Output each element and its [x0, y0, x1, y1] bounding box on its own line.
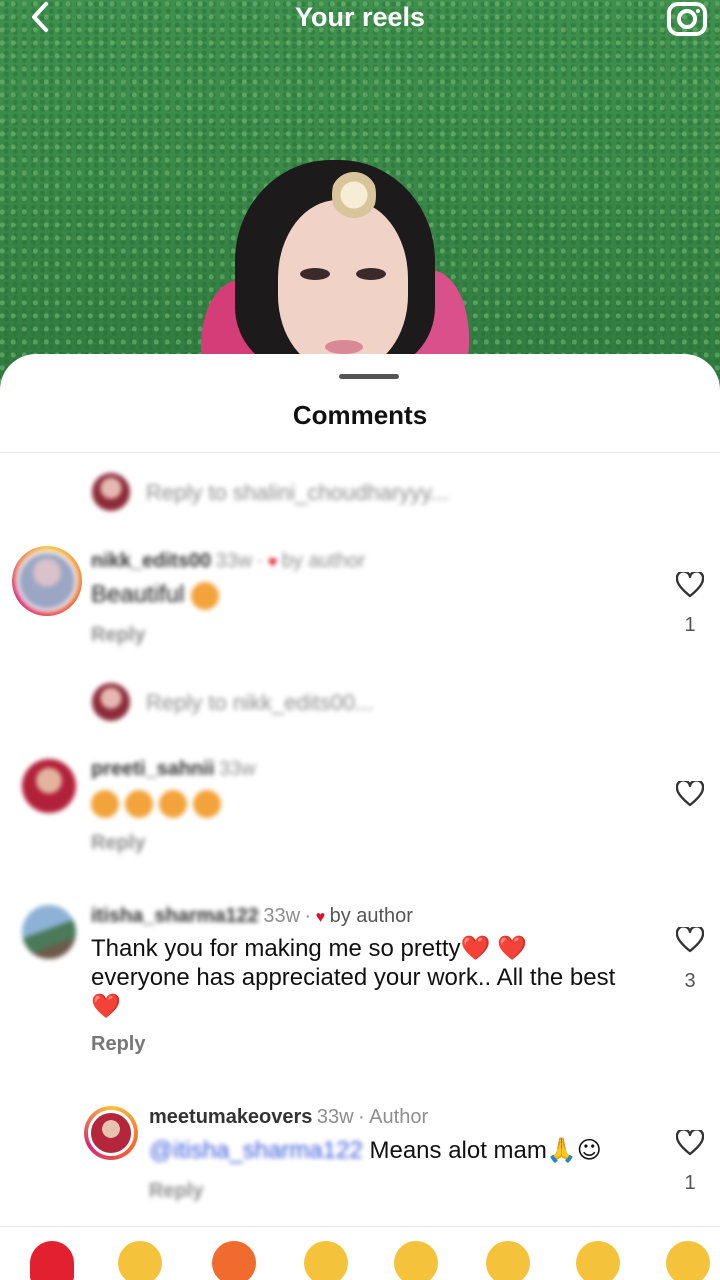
username[interactable]: meetumakeovers — [149, 1106, 312, 1128]
sheet-title: Comments — [292, 400, 428, 430]
heart-emoji: ❤️ ❤️ — [460, 935, 527, 962]
comment-header: itisha_sharma122 33w · ♥ by author — [91, 905, 413, 927]
comment-header: nikk_edits00 33w · ♥ by author — [91, 550, 366, 572]
surprised-emoji-button[interactable] — [576, 1241, 620, 1280]
heart-outline-icon[interactable] — [676, 781, 704, 807]
comment-text: Thank you for making me so pretty❤️ ❤️ e… — [91, 935, 616, 1020]
drag-handle[interactable] — [339, 374, 399, 379]
page-title: Your reels — [294, 2, 426, 32]
avatar[interactable] — [22, 905, 76, 959]
heart-filled-icon: ♥ — [315, 909, 326, 926]
mention-link[interactable]: @itisha_sharma122 — [149, 1137, 363, 1164]
emoji-icon — [125, 789, 153, 818]
heart-emoji-button[interactable] — [30, 1241, 74, 1280]
username[interactable]: nikk_edits00 — [91, 550, 211, 572]
comment-header: preeti_sahnii 33w — [91, 758, 256, 781]
reply-prompt[interactable]: Reply to shalini_choudharyyy... — [146, 480, 449, 506]
like-count: 1 — [684, 1172, 696, 1194]
laughing-emoji-button[interactable] — [666, 1241, 710, 1280]
reply-button[interactable]: Reply — [91, 624, 145, 647]
username[interactable]: preeti_sahnii — [91, 758, 214, 780]
avatar — [92, 683, 130, 721]
reply-button[interactable]: Reply — [91, 832, 145, 855]
avatar[interactable] — [12, 546, 82, 616]
comment-header: meetumakeovers 33w · Author — [149, 1106, 429, 1128]
emoji-icon — [91, 789, 119, 818]
fire-emoji-button[interactable] — [212, 1241, 256, 1280]
camera-icon[interactable] — [666, 0, 708, 36]
reply-button[interactable]: Reply — [91, 1033, 145, 1056]
username[interactable]: itisha_sharma122 — [91, 905, 259, 927]
reply-button[interactable]: Reply — [149, 1180, 203, 1203]
pray-emoji: 🙏☺ — [546, 1136, 602, 1164]
comment-text — [91, 788, 661, 818]
raised-hands-emoji-button[interactable] — [118, 1241, 162, 1280]
heart-filled-icon: ♥ — [267, 554, 278, 571]
emoji-icon — [191, 581, 220, 610]
author-label: Author — [369, 1106, 429, 1128]
reel-background — [0, 0, 720, 415]
sad-face-emoji-button[interactable] — [394, 1241, 438, 1280]
by-author-label: by author — [329, 905, 413, 927]
comment-text: @itisha_sharma122 Means alot mam🙏☺ — [149, 1136, 602, 1164]
divider — [0, 452, 720, 453]
emoji-icon — [193, 789, 221, 818]
top-bar: Your reels — [0, 0, 720, 40]
comment-age: 33w — [218, 758, 256, 780]
like-count: 3 — [684, 970, 696, 992]
heart-outline-icon[interactable] — [676, 572, 704, 598]
comments-sheet: Comments Reply to shalini_choudharyyy...… — [0, 354, 720, 1280]
emoji-icon — [159, 789, 187, 818]
reply-prompt[interactable]: Reply to nikk_edits00... — [146, 690, 373, 716]
comment-text: Beautiful — [91, 580, 661, 610]
heart-outline-icon[interactable] — [676, 1130, 704, 1156]
heart-eyes-emoji-button[interactable] — [486, 1241, 530, 1280]
by-author-label: by author — [281, 550, 366, 572]
avatar — [92, 473, 130, 511]
clap-emoji-button[interactable] — [304, 1241, 348, 1280]
heart-emoji: ❤️ — [91, 993, 121, 1020]
comment-age: 33w — [263, 905, 301, 927]
avatar[interactable] — [84, 1106, 138, 1160]
emoji-reaction-bar — [0, 1226, 720, 1280]
like-count: 1 — [684, 614, 696, 636]
comment-age: 33w — [316, 1106, 354, 1128]
heart-outline-icon[interactable] — [676, 927, 704, 953]
comment-age: 33w — [215, 550, 253, 572]
avatar[interactable] — [22, 759, 76, 813]
